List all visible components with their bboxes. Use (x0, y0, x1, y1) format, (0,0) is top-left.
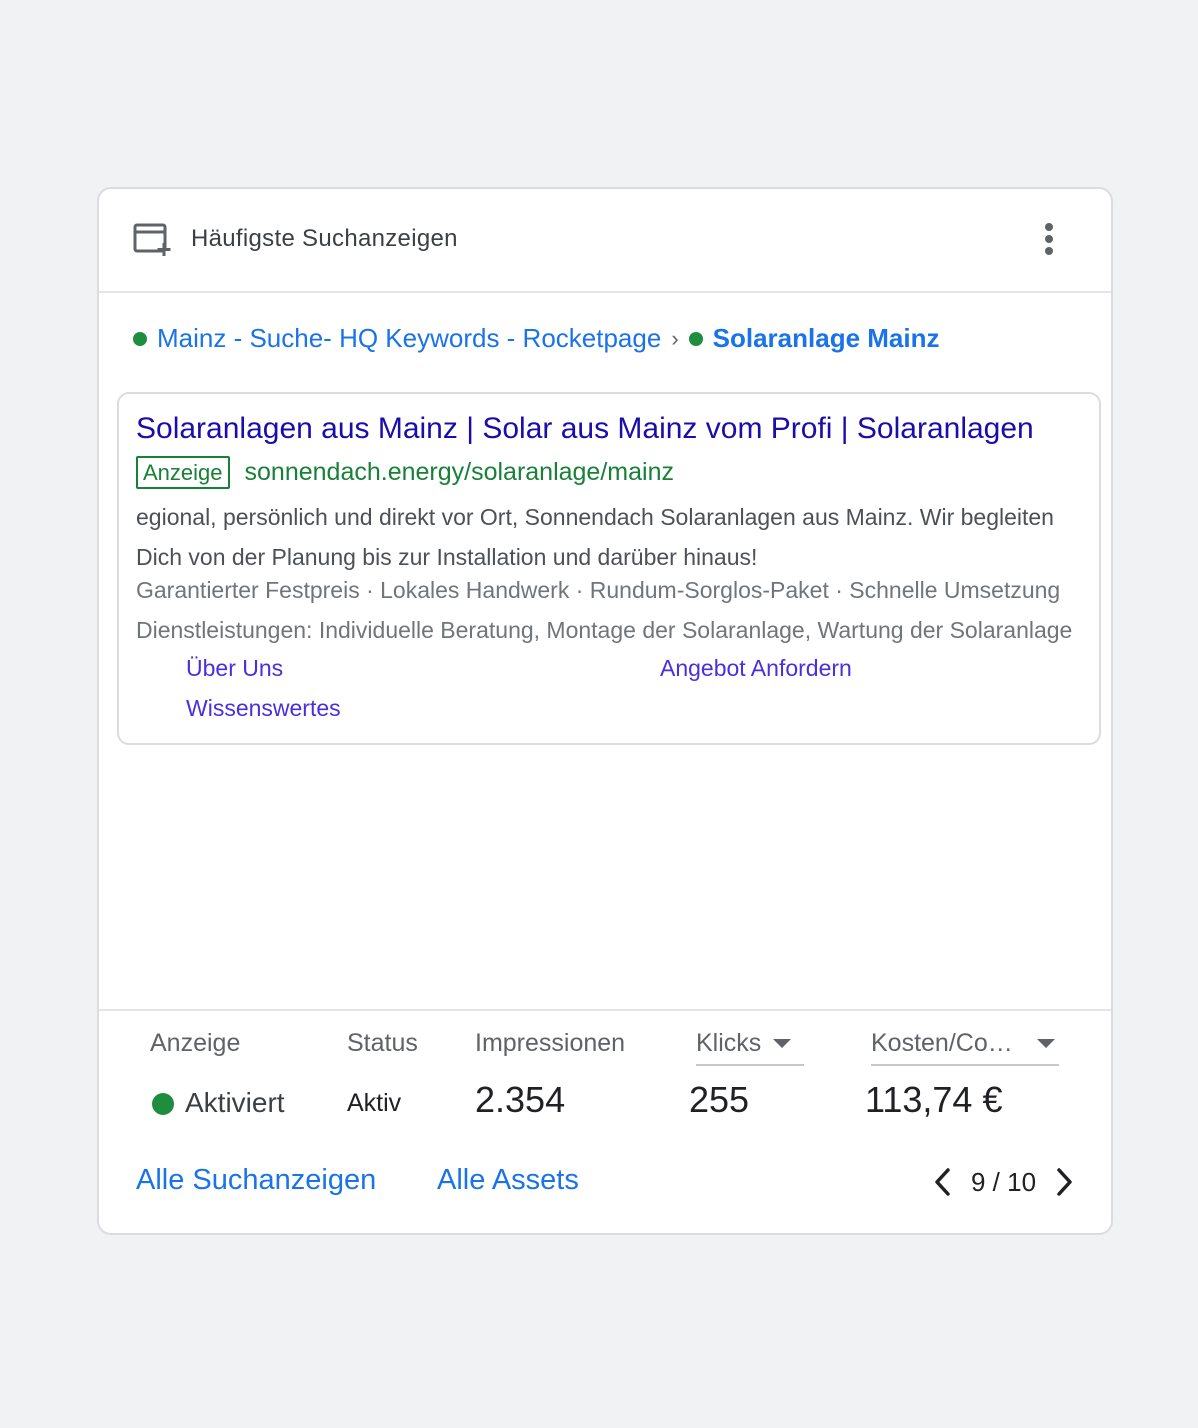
breadcrumb-campaign-link[interactable]: Mainz - Suche- HQ Keywords - Rocketpage (157, 323, 661, 354)
column-header-impressions: Impressionen (475, 1029, 626, 1057)
column-header-clicks-label: Klicks (696, 1029, 762, 1057)
ad-group-status-dot (688, 331, 703, 346)
sitelink-ueber-uns[interactable]: Über Uns (186, 655, 283, 682)
column-header-ad: Anzeige (150, 1029, 241, 1057)
breadcrumb-ad-group-link[interactable]: Solaranlage Mainz (713, 323, 940, 354)
column-header-cost[interactable]: Kosten/Co… (871, 1029, 1059, 1066)
ad-status-dot (152, 1093, 174, 1115)
impressions-value: 2.354 (475, 1079, 566, 1120)
chevron-right-icon[interactable] (1050, 1165, 1078, 1199)
breadcrumb: Mainz - Suche- HQ Keywords - Rocketpage … (133, 323, 939, 354)
dropdown-caret-icon (1037, 1039, 1055, 1048)
all-search-ads-link[interactable]: Alle Suchanzeigen (136, 1164, 376, 1197)
column-header-status: Status (347, 1029, 418, 1057)
more-vert-icon[interactable] (1031, 219, 1067, 259)
pager: 9 / 10 (929, 1165, 1078, 1199)
column-header-cost-label: Kosten/Co… (871, 1029, 1013, 1057)
ad-panel-icon (133, 223, 171, 256)
chevron-left-icon[interactable] (929, 1165, 957, 1199)
pager-count: 9 / 10 (971, 1166, 1037, 1197)
card-header: Häufigste Suchanzeigen (99, 189, 1111, 293)
ad-callouts: Garantierter Festpreis · Lokales Handwer… (136, 577, 1061, 603)
top-search-ads-card: Häufigste Suchanzeigen Mainz - Suche- HQ… (97, 187, 1113, 1235)
stats-divider (99, 1009, 1111, 1011)
ad-url-row: Anzeige sonnendach.energy/solaranlage/ma… (136, 456, 674, 489)
ad-status-value: Aktiv (347, 1089, 402, 1117)
column-header-clicks[interactable]: Klicks (696, 1029, 804, 1066)
card-title: Häufigste Suchanzeigen (191, 225, 458, 252)
ad-headline[interactable]: Solaranlagen aus Mainz | Solar aus Mainz… (136, 412, 1086, 446)
ad-badge: Anzeige (136, 456, 230, 489)
sitelink-angebot-anfordern[interactable]: Angebot Anfordern (660, 655, 852, 682)
all-assets-link[interactable]: Alle Assets (437, 1164, 579, 1197)
dropdown-caret-icon (773, 1039, 792, 1048)
ad-state: Aktiviert (185, 1087, 285, 1118)
clicks-value: 255 (689, 1079, 750, 1120)
cost-value: 113,74 € (865, 1079, 1003, 1120)
ad-preview: Solaranlagen aus Mainz | Solar aus Mainz… (117, 392, 1101, 745)
ad-structured-snippet: Dienstleistungen: Individuelle Beratung,… (136, 617, 1073, 643)
campaign-status-dot (133, 331, 147, 346)
ad-display-url[interactable]: sonnendach.energy/solaranlage/mainz (245, 458, 674, 487)
breadcrumb-separator: › (671, 325, 679, 351)
sitelink-wissenswertes[interactable]: Wissenswertes (186, 695, 341, 722)
ad-description: egional, persönlich und direkt vor Ort, … (136, 504, 1054, 570)
